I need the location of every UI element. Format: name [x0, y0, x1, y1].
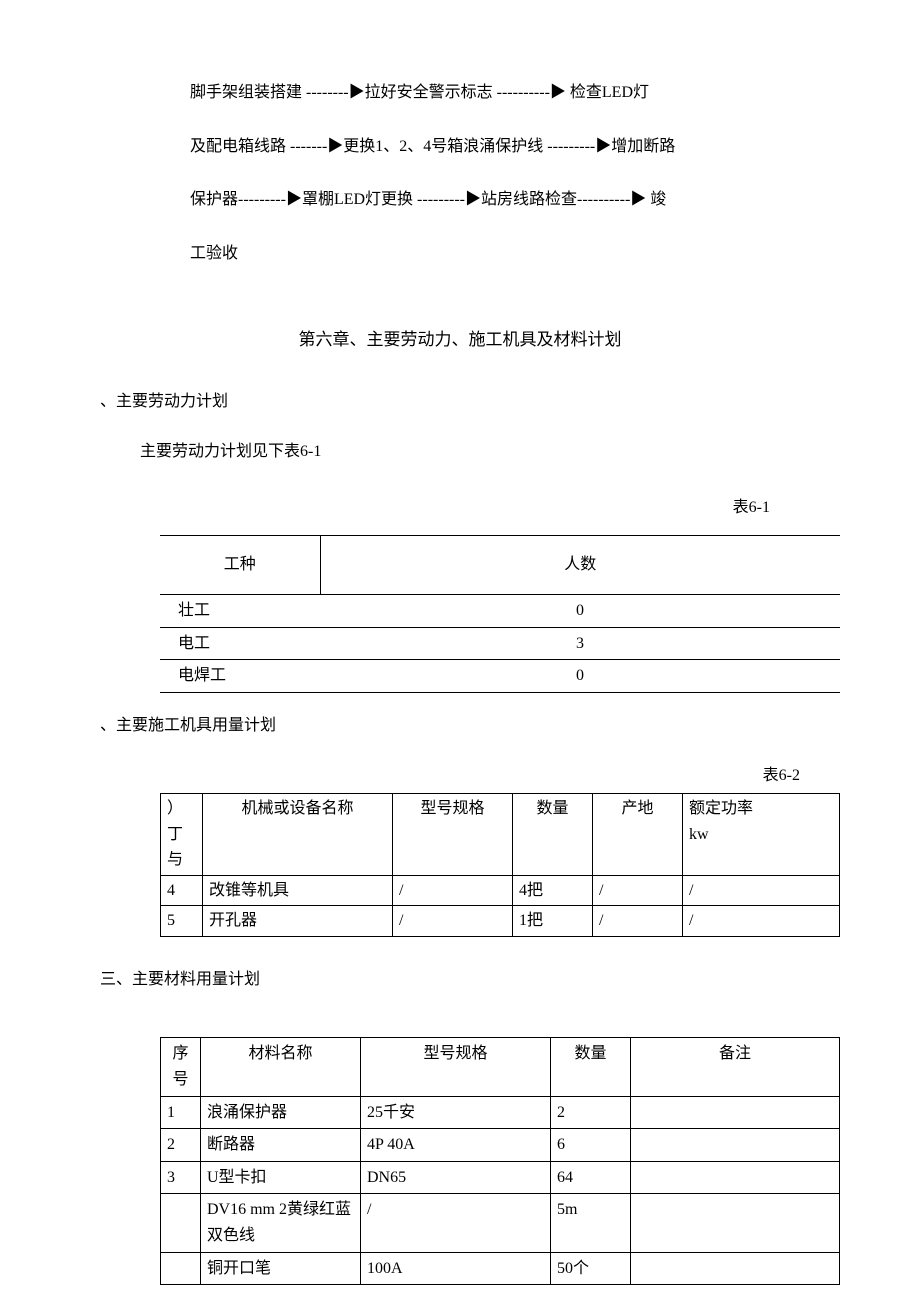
table-materials: 序 号 材料名称 型号规格 数量 备注 1 浪涌保护器 25千安 2 2 断路器… — [160, 1037, 840, 1285]
flow-line-3: 保护器---------▶罩棚LED灯更换 ---------▶站房线路检查--… — [190, 187, 820, 213]
tmat-cell: 3 — [161, 1161, 201, 1194]
process-flow: 脚手架组装搭建 --------▶拉好安全警示标志 ----------▶ 检查… — [100, 80, 820, 266]
chapter-title: 第六章、主要劳动力、施工机具及材料计划 — [100, 326, 820, 353]
t61-cell: 0 — [320, 594, 840, 627]
tmat-cell: / — [361, 1194, 551, 1252]
section-1-subline: 主要劳动力计划见下表6-1 — [140, 439, 820, 465]
tmat-cell — [631, 1252, 840, 1285]
tmat-cell: 1 — [161, 1096, 201, 1129]
tmat-cell: U型卡扣 — [201, 1161, 361, 1194]
t62-cell: / — [683, 906, 840, 937]
t61-cell: 壮工 — [160, 594, 320, 627]
t61-cell: 电工 — [160, 627, 320, 660]
flow-line-1: 脚手架组装搭建 --------▶拉好安全警示标志 ----------▶ 检查… — [190, 80, 820, 106]
table-row: 1 浪涌保护器 25千安 2 — [161, 1096, 840, 1129]
tmat-cell: 5m — [551, 1194, 631, 1252]
t62-cell: 改锥等机具 — [203, 875, 393, 906]
t62-cell: 1把 — [513, 906, 593, 937]
table-row: 铜开口笔 100A 50个 — [161, 1252, 840, 1285]
tmat-header-name: 材料名称 — [201, 1038, 361, 1096]
tmat-header-note: 备注 — [631, 1038, 840, 1096]
t62-header-origin: 产地 — [593, 793, 683, 875]
t62-cell: / — [593, 906, 683, 937]
tmat-cell — [631, 1096, 840, 1129]
tmat-cell: 2 — [551, 1096, 631, 1129]
section-1-title: 、主要劳动力计划 — [100, 389, 820, 415]
flow-line-2: 及配电箱线路 -------▶更换1、2、4号箱浪涌保护线 ---------▶… — [190, 134, 820, 160]
tmat-header-qty: 数量 — [551, 1038, 631, 1096]
t62-cell: / — [593, 875, 683, 906]
t62-cell: 5 — [161, 906, 203, 937]
tmat-cell: 64 — [551, 1161, 631, 1194]
table-6-2-caption: 表6-2 — [100, 763, 820, 789]
tmat-header-num: 序 号 — [161, 1038, 201, 1096]
t61-cell: 3 — [320, 627, 840, 660]
tmat-cell: 50个 — [551, 1252, 631, 1285]
tmat-cell: 2 — [161, 1129, 201, 1162]
tmat-cell: 100A — [361, 1252, 551, 1285]
tmat-cell — [161, 1194, 201, 1252]
table-row: 4 改锥等机具 / 4把 / / — [161, 875, 840, 906]
table-row: 电工 3 — [160, 627, 840, 660]
tmat-cell: DV16 mm 2黄绿红蓝双色线 — [201, 1194, 361, 1252]
tmat-cell — [161, 1252, 201, 1285]
tmat-cell: 6 — [551, 1129, 631, 1162]
table-row: 5 开孔器 / 1把 / / — [161, 906, 840, 937]
t62-header-spec: 型号规格 — [393, 793, 513, 875]
table-6-1-caption: 表6-1 — [100, 495, 820, 521]
t62-cell: 开孔器 — [203, 906, 393, 937]
table-row: DV16 mm 2黄绿红蓝双色线 / 5m — [161, 1194, 840, 1252]
tmat-cell: 25千安 — [361, 1096, 551, 1129]
tmat-cell — [631, 1194, 840, 1252]
t61-header-count: 人数 — [320, 536, 840, 595]
tmat-cell: 铜开口笔 — [201, 1252, 361, 1285]
tmat-cell — [631, 1129, 840, 1162]
t61-header-kind: 工种 — [160, 536, 320, 595]
t61-cell: 电焊工 — [160, 660, 320, 693]
table-6-2: ）丁 与 机械或设备名称 型号规格 数量 产地 额定功率 kw 4 改锥等机具 … — [160, 793, 840, 937]
tmat-cell: DN65 — [361, 1161, 551, 1194]
section-3-title: 三、主要材料用量计划 — [100, 967, 820, 993]
t62-header-name: 机械或设备名称 — [203, 793, 393, 875]
t62-header-num: ）丁 与 — [161, 793, 203, 875]
t62-cell: 4 — [161, 875, 203, 906]
tmat-header-spec: 型号规格 — [361, 1038, 551, 1096]
table-row: 壮工 0 — [160, 594, 840, 627]
t61-cell: 0 — [320, 660, 840, 693]
tmat-cell: 浪涌保护器 — [201, 1096, 361, 1129]
tmat-cell: 断路器 — [201, 1129, 361, 1162]
table-row: 2 断路器 4P 40A 6 — [161, 1129, 840, 1162]
t62-header-power: 额定功率 kw — [683, 793, 840, 875]
t62-header-qty: 数量 — [513, 793, 593, 875]
tmat-cell: 4P 40A — [361, 1129, 551, 1162]
flow-line-4: 工验收 — [190, 241, 820, 267]
table-row: 电焊工 0 — [160, 660, 840, 693]
t62-cell: / — [393, 875, 513, 906]
t62-cell: / — [393, 906, 513, 937]
section-2-title: 、主要施工机具用量计划 — [100, 713, 820, 739]
table-row: 3 U型卡扣 DN65 64 — [161, 1161, 840, 1194]
t62-cell: 4把 — [513, 875, 593, 906]
t62-cell: / — [683, 875, 840, 906]
table-6-1: 工种 人数 壮工 0 电工 3 电焊工 0 — [160, 535, 840, 692]
tmat-cell — [631, 1161, 840, 1194]
